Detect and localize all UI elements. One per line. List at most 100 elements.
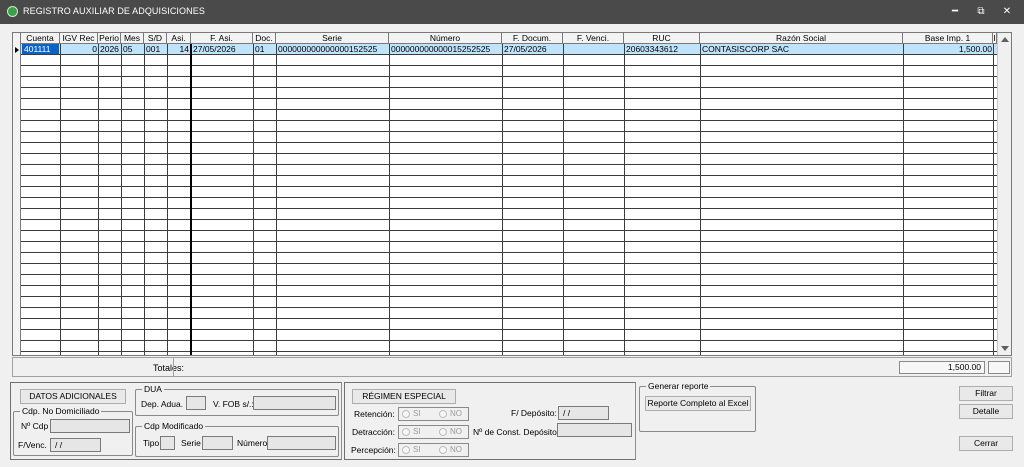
col-header-serie[interactable]: Serie [276,33,389,44]
restore-button[interactable]: ⧉ [970,4,992,20]
cell-ruc[interactable]: 20603343612 [625,44,700,54]
col-divider [276,44,277,355]
dua-group: DUA Dep. Adua. V. FOB s/.: [135,384,339,416]
col-divider [563,44,564,355]
totals-label: Totales: [153,363,185,373]
totals-bar: Totales: 1,500.00 [12,357,1012,377]
percepcion-no-radio[interactable] [439,446,447,454]
f-venc-input[interactable]: / / [50,438,101,452]
col-divider [121,44,122,355]
percepcion-no-label: NO [450,445,462,454]
minimize-button[interactable]: ━ [944,4,966,20]
cell-razon-social[interactable]: CONTASISCORP SAC [701,44,903,54]
cell-cuenta[interactable]: 401111 [23,44,59,54]
total-igv [988,361,1010,374]
detalle-button[interactable]: Detalle [959,404,1013,419]
cell-igv-rec[interactable]: 0 [61,44,98,54]
dep-adua-input[interactable] [186,396,206,410]
retencion-no-radio[interactable] [439,410,447,418]
n-const-deposito-input[interactable] [557,423,632,437]
retencion-si-radio[interactable] [402,410,410,418]
col-header-sd[interactable]: S/D [144,33,167,44]
col-header-ruc[interactable]: RUC [624,33,700,44]
col-header-base-imp-1[interactable]: Base Imp. 1 [903,33,993,44]
f-deposito-input[interactable]: / / [558,406,609,420]
col-header-mes[interactable]: Mes [121,33,144,44]
datos-adicionales-button[interactable]: DATOS ADICIONALES [20,389,126,404]
n-cdp-label: Nº Cdp [21,421,49,431]
retencion-radio-group: SI NO [398,407,469,421]
retencion-no-label: NO [450,409,462,418]
title-bar: REGISTRO AUXILIAR DE ADQUISICIONES ━ ⧉ ✕ [0,0,1024,24]
detraccion-si-label: SI [413,427,421,436]
detraccion-radio-group: SI NO [398,425,469,439]
cdp-modificado-legend: Cdp Modificado [142,421,206,431]
scroll-up-icon[interactable] [1001,37,1009,42]
total-base-imp-1: 1,500.00 [899,361,985,374]
col-header-periodo[interactable]: Perio [98,33,121,44]
cell-numero[interactable]: 000000000000015252525 [390,44,502,54]
col-header-f-vencimiento[interactable]: F. Venci. [563,33,624,44]
cell-asiento[interactable]: 14 [168,44,190,54]
scroll-down-icon[interactable] [1001,346,1009,351]
tipo-input[interactable] [160,436,175,450]
col-header-f-asiento[interactable]: F. Asi. [191,33,253,44]
cell-base-imp-1[interactable]: 1,500.00 [904,44,993,54]
cdp-no-domiciliado-legend: Cdp. No Domiciliado [20,406,102,416]
close-button[interactable]: ✕ [996,4,1018,20]
numero-label: Número [237,438,268,448]
cell-f-asiento[interactable]: 27/05/2026 [192,44,253,54]
col-header-igv-rec[interactable]: IGV Rec [60,33,98,44]
cdp-no-domiciliado-group: Cdp. No Domiciliado Nº Cdp F/Venc. / / [13,406,133,456]
detraccion-no-label: NO [450,427,462,436]
dep-adua-label: Dep. Adua. [141,399,184,409]
purchases-grid[interactable]: Cuenta IGV Rec Perio Mes S/D Asi. F. Asi… [12,32,1012,356]
cell-f-documento[interactable]: 27/05/2026 [503,44,563,54]
f-deposito-label: F/ Depósito: [511,408,557,418]
cerrar-button[interactable]: Cerrar [959,436,1013,451]
cell-doc[interactable]: 01 [254,44,276,54]
numero-input[interactable] [267,436,336,450]
vertical-scrollbar[interactable] [997,33,1011,355]
col-header-f-documento[interactable]: F. Docum. [502,33,563,44]
reporte-excel-button[interactable]: Reporte Completo al Excel [645,396,751,411]
cell-periodo[interactable]: 2026 [99,44,121,54]
datos-adicionales-panel: DATOS ADICIONALES Cdp. No Domiciliado Nº… [10,382,342,460]
col-divider [903,44,904,355]
retencion-si-label: SI [413,409,421,418]
cell-serie[interactable]: 000000000000000152525 [277,44,389,54]
cell-sd[interactable]: 001 [145,44,167,54]
detraccion-label: Detracción: [352,427,395,437]
detraccion-no-radio[interactable] [439,428,447,436]
f-venc-label: F/Venc. [18,440,47,450]
percepcion-si-label: SI [413,445,421,454]
col-divider [98,44,99,355]
col-divider [60,44,61,355]
col-header-razon-social[interactable]: Razón Social [700,33,903,44]
regimen-especial-button[interactable]: RÉGIMEN ESPECIAL [352,389,456,404]
col-divider [167,44,168,355]
percepcion-si-radio[interactable] [402,446,410,454]
serie-label: Serie [181,438,201,448]
filtrar-button[interactable]: Filtrar [959,386,1013,401]
col-divider [389,44,390,355]
col-header-asiento[interactable]: Asi. [167,33,191,44]
col-divider [253,44,254,355]
col-header-numero[interactable]: Número [389,33,502,44]
cell-mes[interactable]: 05 [122,44,144,54]
cell-f-vencimiento[interactable] [564,44,624,54]
tipo-label: Tipo [143,438,160,448]
retencion-label: Retención: [354,409,395,419]
col-header-cuenta[interactable]: Cuenta [21,33,60,44]
v-fob-input[interactable] [253,396,336,410]
v-fob-label: V. FOB s/.: [213,399,254,409]
detraccion-si-radio[interactable] [402,428,410,436]
percepcion-label: Percepción: [351,445,396,455]
n-cdp-input[interactable] [50,419,130,433]
col-header-doc[interactable]: Doc. [253,33,276,44]
grid-header: Cuenta IGV Rec Perio Mes S/D Asi. F. Asi… [21,33,997,44]
serie-input[interactable] [202,436,233,450]
col-divider [624,44,625,355]
col-divider [993,44,994,355]
percepcion-radio-group: SI NO [398,443,469,457]
